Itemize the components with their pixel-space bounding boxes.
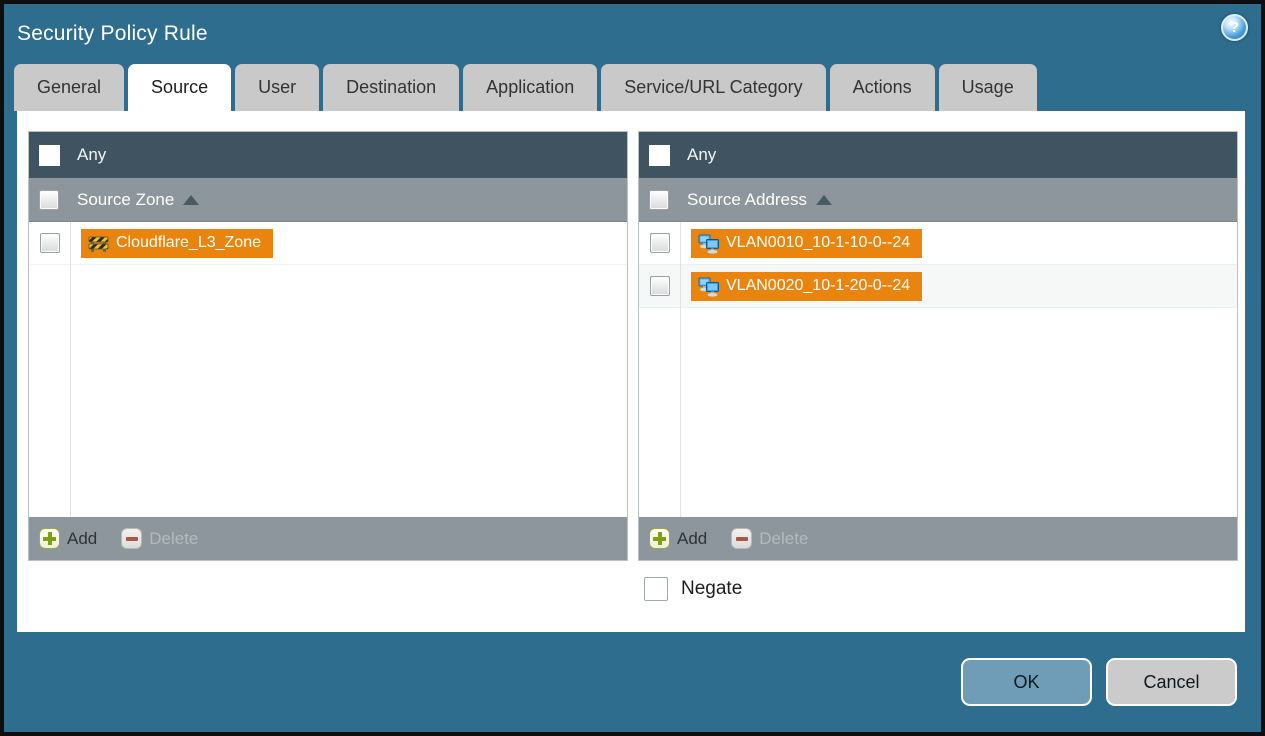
- source-address-any-label: Any: [687, 145, 717, 164]
- address-tag-label: VLAN0010_10-1-10-0--24: [726, 234, 911, 251]
- minus-icon: [121, 528, 143, 549]
- add-address-button[interactable]: Add: [649, 528, 707, 549]
- address-icon: [698, 276, 719, 297]
- source-zone-column-header: Source Zone: [29, 178, 627, 222]
- plus-icon: [649, 528, 670, 549]
- tab-usage[interactable]: Usage: [938, 64, 1037, 111]
- cancel-button[interactable]: Cancel: [1106, 658, 1237, 706]
- source-zone-any-header: Any: [29, 132, 627, 178]
- address-tag[interactable]: VLAN0010_10-1-10-0--24: [691, 228, 923, 258]
- source-zone-list: Cloudflare_L3_Zone: [29, 222, 627, 517]
- tab-service-url-category[interactable]: Service/URL Category: [601, 64, 826, 111]
- source-address-row[interactable]: VLAN0010_10-1-10-0--24: [639, 222, 1237, 265]
- source-address-column-label[interactable]: Source Address: [687, 190, 807, 210]
- checkbox-column-divider: [680, 222, 681, 517]
- source-address-any-checkbox[interactable]: [649, 144, 670, 166]
- address-tag-label: VLAN0020_10-1-20-0--24: [726, 277, 911, 294]
- zone-tag[interactable]: Cloudflare_L3_Zone: [81, 228, 273, 258]
- minus-icon: [731, 528, 753, 549]
- screenshot-frame: Security Policy Rule ? General Source Us…: [0, 0, 1265, 736]
- source-zone-footer: Add Delete: [29, 517, 627, 560]
- source-address-any-header: Any: [639, 132, 1237, 178]
- source-tab-content: Any Source Zone Cloudflare_L3_Zone Add D…: [17, 111, 1245, 632]
- zone-tag-label: Cloudflare_L3_Zone: [116, 234, 261, 251]
- delete-address-button[interactable]: Delete: [731, 528, 808, 549]
- source-address-row-checkbox[interactable]: [649, 233, 670, 253]
- source-zone-row[interactable]: Cloudflare_L3_Zone: [29, 222, 627, 265]
- source-zone-any-checkbox[interactable]: [39, 144, 60, 166]
- ok-button[interactable]: OK: [961, 658, 1092, 706]
- dialog-button-bar: OK Cancel: [4, 630, 1261, 732]
- delete-zone-button[interactable]: Delete: [121, 528, 198, 549]
- help-icon[interactable]: ?: [1221, 14, 1248, 41]
- dialog-title: Security Policy Rule: [17, 22, 208, 45]
- source-address-select-all-checkbox[interactable]: [649, 189, 669, 210]
- source-zone-any-label: Any: [77, 145, 107, 164]
- address-tag[interactable]: VLAN0020_10-1-20-0--24: [691, 271, 923, 301]
- tab-application[interactable]: Application: [463, 64, 598, 111]
- source-zone-row-checkbox[interactable]: [39, 233, 60, 253]
- tab-user[interactable]: User: [235, 64, 320, 111]
- negate-label: Negate: [681, 578, 743, 599]
- sort-ascending-icon: [816, 194, 833, 205]
- source-zone-select-all-checkbox[interactable]: [39, 189, 59, 210]
- source-address-list: VLAN0010_10-1-10-0--24 VLAN0020_10-1-20-…: [639, 222, 1237, 517]
- plus-icon: [39, 528, 60, 549]
- source-zone-panel: Any Source Zone Cloudflare_L3_Zone Add D…: [28, 131, 628, 561]
- security-policy-rule-dialog: Security Policy Rule ? General Source Us…: [4, 4, 1261, 732]
- source-address-column-header: Source Address: [639, 178, 1237, 222]
- source-address-footer: Add Delete: [639, 517, 1237, 560]
- tab-general[interactable]: General: [14, 64, 125, 111]
- tab-destination[interactable]: Destination: [323, 64, 460, 111]
- negate-option: Negate: [644, 577, 1245, 601]
- source-zone-column-label[interactable]: Source Zone: [77, 190, 174, 210]
- add-zone-button[interactable]: Add: [39, 528, 97, 549]
- dialog-titlebar: Security Policy Rule: [4, 4, 1261, 64]
- checkbox-column-divider: [70, 222, 71, 517]
- source-address-row-checkbox[interactable]: [649, 276, 670, 296]
- tab-actions[interactable]: Actions: [829, 64, 935, 111]
- tab-source[interactable]: Source: [128, 64, 232, 111]
- address-icon: [698, 233, 719, 254]
- sort-ascending-icon: [183, 194, 200, 205]
- source-address-row[interactable]: VLAN0020_10-1-20-0--24: [639, 265, 1237, 308]
- zone-icon: [88, 233, 109, 254]
- tab-bar: General Source User Destination Applicat…: [4, 64, 1261, 111]
- negate-checkbox[interactable]: [644, 577, 668, 601]
- source-address-panel: Any Source Address VLAN0010_10-1-10-0--2…: [638, 131, 1238, 561]
